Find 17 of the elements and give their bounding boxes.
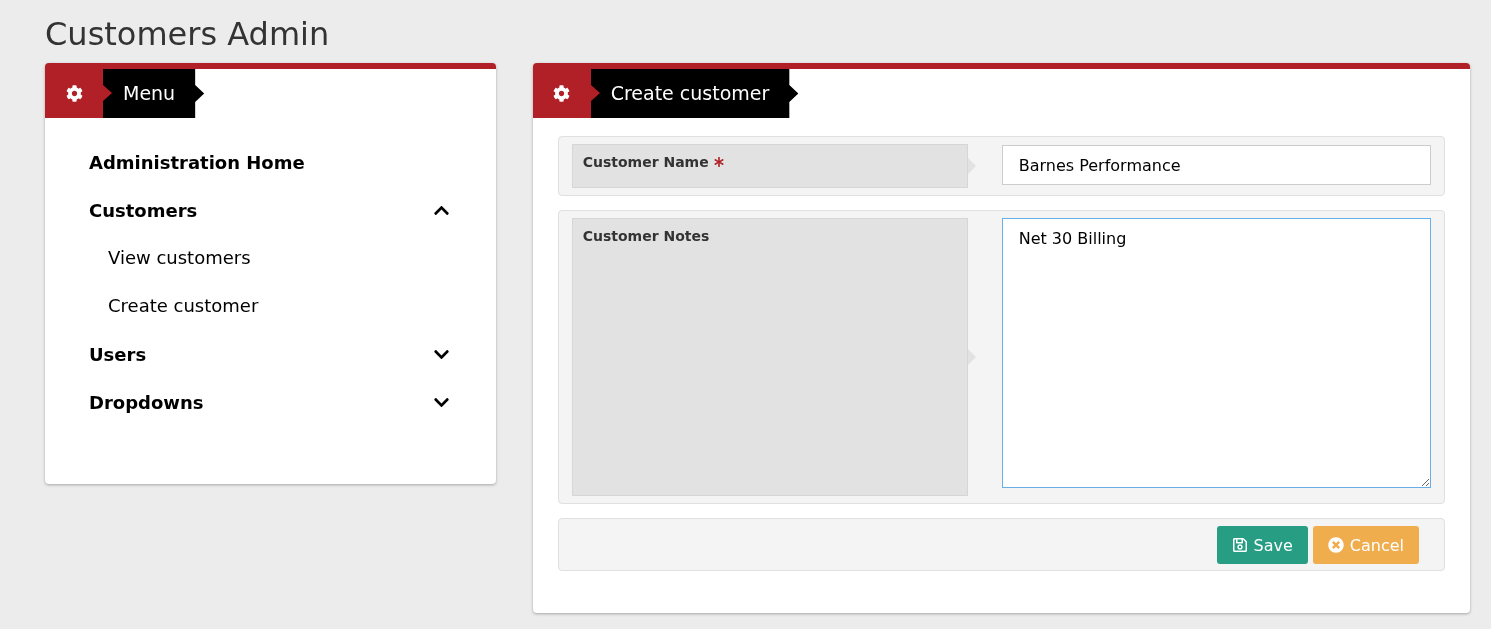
page-title: Customers Admin [45, 14, 331, 53]
settings-icon [65, 85, 83, 102]
form-panel-title: Create customer [590, 69, 799, 118]
cancel-icon [1327, 537, 1344, 553]
submenu-item[interactable]: Create customer [89, 282, 452, 330]
submenu-item[interactable]: View customers [89, 234, 452, 282]
settings-icon [553, 85, 571, 102]
field-label: Customer Name [582, 154, 709, 170]
input-field[interactable]: Barnes Performance [1001, 145, 1431, 185]
menu-item[interactable]: Customers [89, 186, 452, 234]
menu-panel-title: Menu [103, 69, 205, 118]
notes-field[interactable]: Net 30 Billing [1001, 218, 1431, 488]
menu-item[interactable]: Users [89, 330, 452, 378]
field-label: Customer Notes [582, 228, 710, 244]
menu-item[interactable]: Dropdowns [89, 378, 452, 426]
menu-item[interactable]: Administration Home [89, 138, 452, 186]
save-icon [1231, 537, 1248, 553]
